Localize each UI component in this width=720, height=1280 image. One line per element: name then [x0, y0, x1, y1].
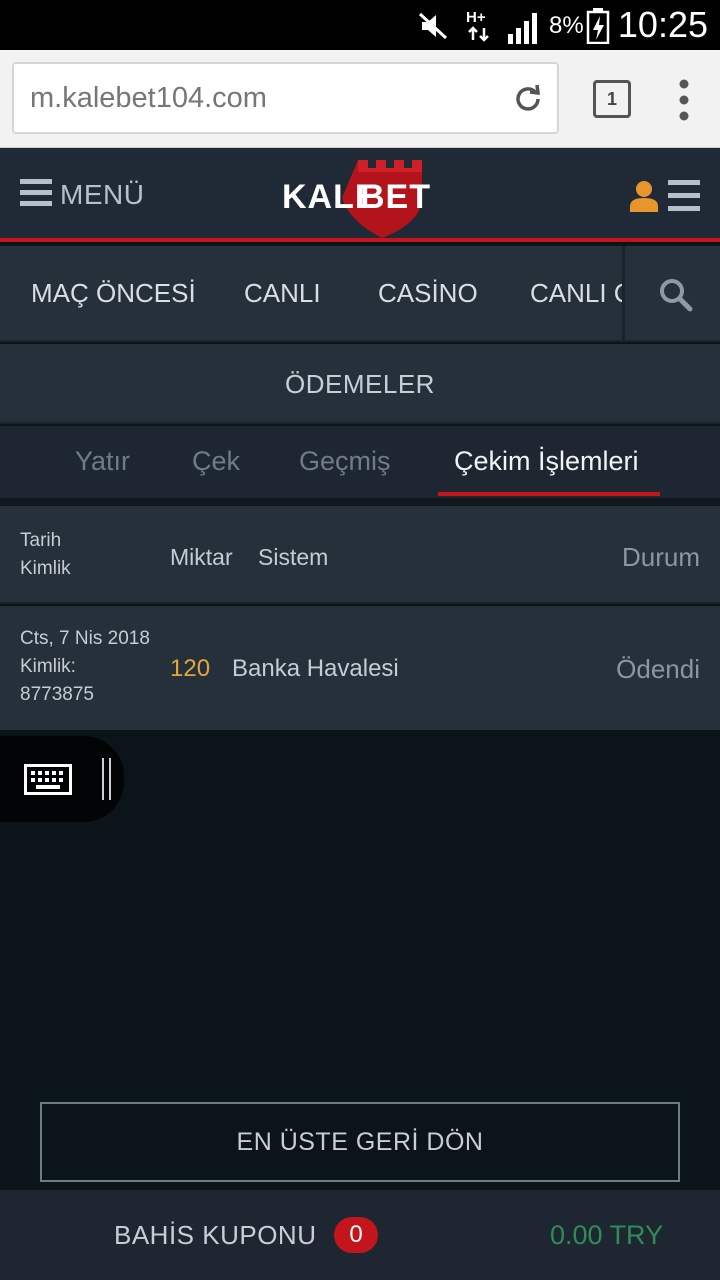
reload-icon[interactable]	[511, 82, 545, 121]
divider	[0, 498, 720, 506]
network-icon: H+	[466, 8, 494, 49]
tab-history[interactable]: Geçmiş	[299, 446, 391, 477]
signal-icon	[506, 10, 542, 49]
nav-item-casino[interactable]: CASİNO	[378, 278, 478, 309]
site-header: MENÜ KALE BET	[0, 148, 720, 242]
user-icon[interactable]	[630, 180, 658, 217]
bet-slip-count-badge: 0	[334, 1217, 378, 1253]
tab-deposit[interactable]: Yatır	[75, 446, 130, 477]
battery-percent: 8%	[549, 12, 584, 39]
active-tab-indicator	[438, 492, 660, 496]
header-id: Kimlik	[20, 558, 71, 579]
hamburger-icon	[20, 177, 52, 214]
overflow-menu-icon[interactable]	[678, 78, 690, 127]
row-status: Ödendi	[616, 654, 700, 684]
balance-amount: 0.00 TRY	[550, 1220, 664, 1250]
menu-label: MENÜ	[60, 179, 145, 210]
keyboard-icon	[24, 764, 72, 795]
clock: 10:25	[617, 4, 708, 45]
mute-icon	[418, 12, 448, 45]
site-logo[interactable]: KALE BET	[282, 154, 442, 240]
search-icon	[660, 279, 693, 312]
drag-handle-icon[interactable]	[100, 756, 114, 802]
browser-toolbar: m.kalebet104.com 1	[0, 50, 720, 148]
header-system: Sistem	[258, 544, 329, 570]
nav-item-pre-match[interactable]: MAÇ ÖNCESİ	[31, 278, 196, 309]
header-date: Tarih	[20, 530, 62, 551]
page-title: ÖDEMELER	[0, 344, 720, 424]
table-header: Tarih Kimlik Miktar Sistem Durum	[0, 506, 720, 604]
tab-withdraw[interactable]: Çek	[192, 446, 240, 477]
url-text[interactable]: m.kalebet104.com	[30, 82, 267, 115]
table-row[interactable]: Cts, 7 Nis 2018 Kimlik: 8773875 120 Bank…	[0, 606, 720, 730]
keyboard-toggle[interactable]	[0, 736, 124, 822]
row-id: 8773875	[20, 684, 94, 705]
bet-slip-bar[interactable]: BAHİS KUPONU 0 0.00 TRY	[0, 1190, 720, 1280]
menu-button[interactable]: MENÜ	[20, 178, 144, 212]
tabs-icon[interactable]: 1	[593, 80, 631, 118]
nav-item-live[interactable]: CANLI	[244, 278, 321, 309]
battery-charging-icon	[586, 8, 610, 49]
svg-text:H+: H+	[466, 9, 486, 26]
main-nav-scroll[interactable]: MAÇ ÖNCESİ CANLI CASİNO CANLI C	[0, 246, 622, 342]
nav-item-live-casino[interactable]: CANLI C	[530, 278, 622, 309]
row-id-label: Kimlik:	[20, 656, 76, 677]
logo-text-bet: BET	[360, 178, 431, 216]
row-amount: 120	[170, 655, 211, 682]
main-nav: MAÇ ÖNCESİ CANLI CASİNO CANLI C	[0, 246, 720, 342]
address-bar[interactable]: m.kalebet104.com	[12, 62, 559, 134]
hamburger-icon[interactable]	[668, 180, 700, 217]
payment-tabs: Yatır Çek Geçmiş Çekim İşlemleri	[0, 426, 720, 498]
header-amount: Miktar	[170, 544, 233, 570]
tab-withdrawal-transactions[interactable]: Çekim İşlemleri	[454, 446, 639, 477]
search-button[interactable]	[622, 246, 720, 342]
header-status: Durum	[621, 542, 700, 572]
row-date: Cts, 7 Nis 2018	[20, 628, 150, 649]
screen: H+ 8% 10:25 m.kalebet104.com 1 MENÜ KALE…	[0, 0, 720, 1280]
bet-slip-label[interactable]: BAHİS KUPONU	[114, 1220, 317, 1251]
status-bar: H+ 8% 10:25	[0, 0, 720, 50]
back-to-top-button[interactable]: EN ÜSTE GERİ DÖN	[40, 1102, 680, 1182]
row-system: Banka Havalesi	[232, 655, 399, 682]
